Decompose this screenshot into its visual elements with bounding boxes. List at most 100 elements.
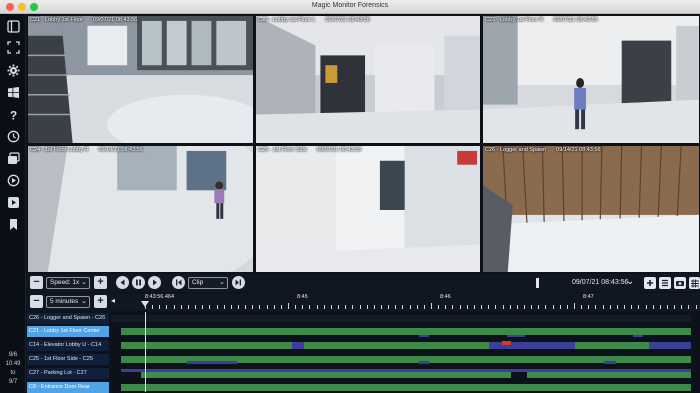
timeline-marker[interactable] — [536, 278, 539, 288]
event-segment — [604, 361, 616, 364]
clip-icon[interactable] — [7, 152, 20, 165]
tick-mark — [338, 305, 340, 309]
tick-mark — [209, 305, 211, 309]
playhead-line[interactable] — [145, 312, 146, 392]
play-circle-icon[interactable] — [7, 174, 20, 187]
tick-mark — [538, 305, 540, 309]
camera-feed-image — [483, 16, 699, 143]
tick-mark — [431, 303, 432, 309]
camera-tile[interactable]: C21 - Lobby 1st Floor 09/07/21 08:43:56 — [27, 15, 254, 144]
grid-icon[interactable] — [689, 277, 700, 289]
zoom-out-button[interactable]: − — [30, 295, 43, 308]
playhead-time: 8:43:56.464 — [145, 294, 175, 300]
track-row[interactable]: C26 - Logger and Spawn - C26 — [27, 313, 700, 324]
fullscreen-icon[interactable] — [7, 41, 20, 54]
tick-mark — [266, 305, 268, 309]
camera-icon[interactable] — [674, 277, 686, 289]
tick-mark — [488, 305, 490, 309]
event-segment — [507, 335, 525, 337]
tick-mark — [152, 305, 154, 309]
tick-mark — [288, 303, 289, 309]
tick-mark — [674, 305, 676, 309]
svg-text:?: ? — [10, 109, 17, 122]
timeline-tracks: C26 - Logger and Spawn - C26 C21 - Lobby… — [27, 312, 700, 393]
track-row[interactable]: C8 - Entrance Door Rear — [27, 382, 700, 393]
title-bar: Magic Monitor Forensics — [0, 0, 700, 14]
track-label: C21 - Lobby 1st Floor Center — [27, 326, 109, 337]
tick-mark — [380, 305, 382, 309]
clip-end-button[interactable] — [232, 276, 245, 289]
timeline-ruler[interactable]: 8:43:56.464 8:45 8:46 8:47 — [141, 293, 700, 311]
clock-icon[interactable] — [7, 130, 20, 143]
tick-mark — [695, 305, 697, 309]
camera-tile[interactable]: C23 - Lobby 1st Floor L 09/07/21 08:43:56 — [255, 15, 481, 144]
camera-tile[interactable]: C26 - Logger and Spawn 09/14/21 08:43:56 — [482, 145, 700, 273]
tick-mark — [523, 305, 525, 309]
tick-mark — [309, 305, 311, 309]
track-row[interactable]: C25 - 1st Floor Side - C25 — [27, 354, 700, 365]
track-row[interactable]: C27 - Parking Lot - C27 — [27, 368, 700, 379]
camera-tile[interactable]: C24 - 1st Floor Lobby R 09/14/21 08:43:56 — [27, 145, 254, 273]
zoom-in-button[interactable]: + — [94, 295, 107, 308]
alert-segment — [502, 341, 511, 345]
help-icon[interactable]: ? — [7, 108, 20, 122]
tick-mark — [373, 305, 375, 309]
tick-mark — [466, 305, 468, 309]
tick-mark — [459, 305, 461, 309]
tick-mark — [666, 305, 668, 309]
speed-select[interactable]: Speed: 1x ⌄ — [46, 277, 90, 289]
speed-decrease-button[interactable]: − — [30, 276, 43, 289]
track-label: C8 - Entrance Door Rear — [27, 382, 109, 393]
tick-label: 8:46 — [440, 294, 451, 300]
camera-feed-image — [28, 146, 253, 272]
windows-icon[interactable] — [7, 86, 20, 99]
track-row[interactable]: C21 - Lobby 1st Floor Center — [27, 326, 700, 337]
tick-mark — [574, 303, 575, 309]
tick-mark — [681, 305, 683, 309]
tick-mark — [366, 305, 368, 309]
chevron-down-icon[interactable]: ⌄ — [626, 276, 634, 287]
interval-select[interactable]: 5 minutes ⌄ — [46, 296, 90, 308]
track-row[interactable]: C14 - Elevator Lobby U - C14 — [27, 340, 700, 351]
list-icon[interactable] — [659, 277, 671, 289]
sidebar: ? 9/6 10:49 to 9/7 — [0, 14, 26, 392]
panel-icon[interactable] — [7, 20, 20, 33]
tick-mark — [359, 305, 361, 309]
camera-tile[interactable]: C23 - Lobby 1st Floor R 09/07/21 08:43:56 — [482, 15, 700, 144]
tick-mark — [402, 305, 404, 309]
speed-increase-button[interactable]: + — [94, 276, 107, 289]
track-label: C26 - Logger and Spawn - C26 — [27, 313, 109, 324]
tick-mark — [588, 305, 590, 309]
add-icon[interactable] — [644, 277, 656, 289]
play-button[interactable] — [148, 276, 161, 289]
tick-mark — [323, 305, 325, 309]
tick-mark — [616, 305, 618, 309]
chevron-down-icon: ⌄ — [81, 298, 87, 305]
tick-mark — [602, 305, 604, 309]
step-back-button[interactable] — [116, 276, 129, 289]
tick-mark — [502, 305, 504, 309]
event-segment — [292, 342, 304, 349]
tick-mark — [395, 305, 397, 309]
bookmark-icon[interactable] — [7, 218, 20, 231]
clip-select[interactable]: Clip ⌄ — [188, 277, 228, 289]
tick-mark — [259, 305, 261, 309]
tick-mark — [595, 305, 597, 309]
tick-mark — [352, 305, 354, 309]
scroll-left-icon[interactable]: ◂ — [111, 296, 115, 305]
tick-mark — [516, 305, 518, 309]
app-window: Magic Monitor Forensics ? 9/6 10:49 to 9… — [0, 0, 700, 393]
export-icon[interactable] — [7, 196, 20, 209]
camera-feed-image — [256, 146, 480, 272]
event-segment — [419, 335, 429, 337]
motion-segment — [121, 384, 691, 391]
tick-mark — [302, 305, 304, 309]
camera-tile[interactable]: C25 - 1st Floor Side 09/07/21 08:43:56 — [255, 145, 481, 273]
settings-icon[interactable] — [7, 64, 20, 77]
pause-button[interactable] — [132, 276, 145, 289]
event-segment — [633, 335, 643, 337]
track-label: C25 - 1st Floor Side - C25 — [27, 354, 109, 365]
tick-mark — [581, 305, 583, 309]
tick-mark — [245, 305, 247, 309]
clip-start-button[interactable] — [172, 276, 185, 289]
